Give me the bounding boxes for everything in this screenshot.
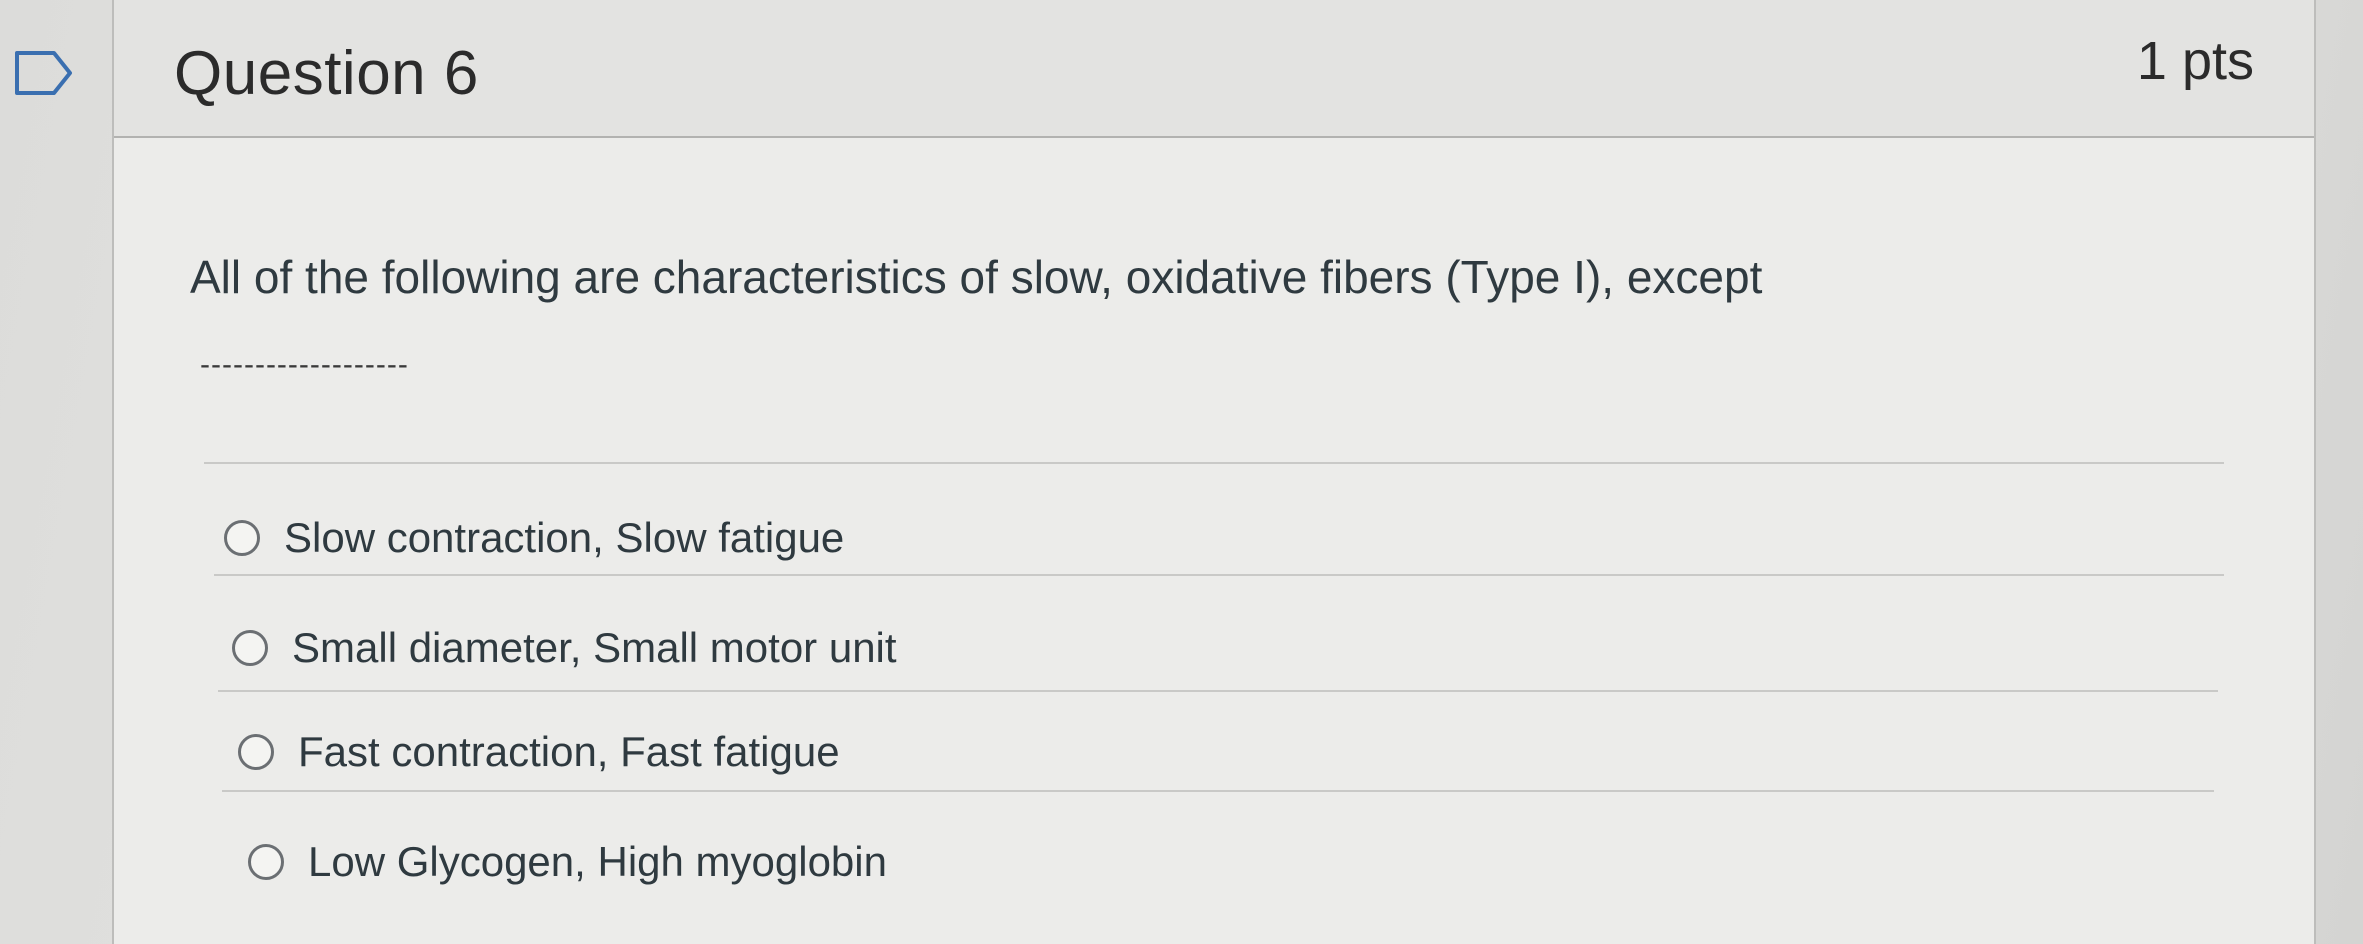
answer-label: Fast contraction, Fast fatigue: [298, 728, 840, 775]
answer-option-3[interactable]: Fast contraction, Fast fatigue: [238, 722, 840, 782]
answer-divider: [218, 690, 2218, 692]
answer-option-4[interactable]: Low Glycogen, High myoglobin: [248, 832, 887, 892]
answer-label: Small diameter, Small motor unit: [292, 624, 897, 671]
radio-empty-icon[interactable]: [248, 844, 284, 880]
radio-empty-icon[interactable]: [238, 734, 274, 770]
answer-divider: [214, 574, 2224, 576]
answer-option-1[interactable]: Slow contraction, Slow fatigue: [224, 508, 844, 568]
answer-list: Slow contraction, Slow fatigue Small dia…: [114, 0, 2314, 944]
answer-label: Low Glycogen, High myoglobin: [308, 838, 887, 885]
answer-option-2[interactable]: Small diameter, Small motor unit: [232, 618, 897, 678]
radio-empty-icon[interactable]: [224, 520, 260, 556]
flag-question-icon[interactable]: [14, 50, 74, 96]
answer-divider: [222, 790, 2214, 792]
radio-empty-icon[interactable]: [232, 630, 268, 666]
question-card: Question 6 1 pts All of the following ar…: [112, 0, 2316, 944]
answer-label: Slow contraction, Slow fatigue: [284, 514, 845, 561]
